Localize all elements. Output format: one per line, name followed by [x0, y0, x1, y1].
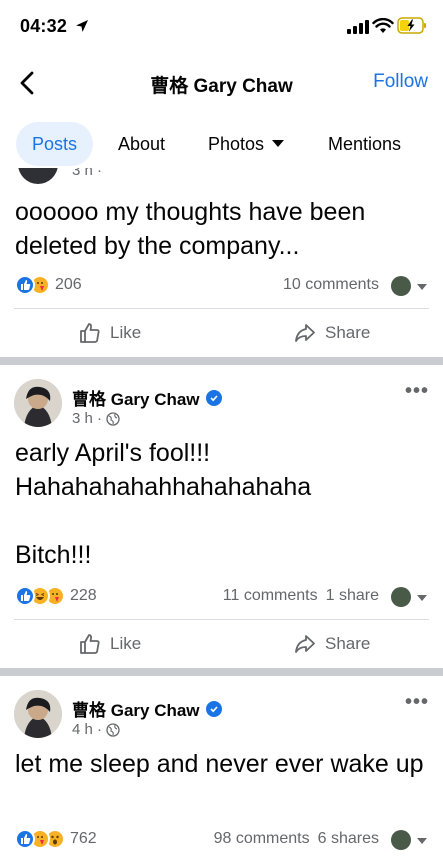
verified-badge-icon	[205, 389, 222, 406]
share-button[interactable]: Share	[293, 318, 370, 348]
battery-charging-icon	[397, 17, 426, 34]
globe-icon	[106, 722, 120, 737]
like-reaction-icon	[15, 586, 35, 606]
caret-down-icon[interactable]	[417, 838, 427, 844]
post-3-author[interactable]: 曹格 Gary Chaw	[72, 696, 222, 721]
status-time: 04:32	[20, 16, 68, 36]
tab-posts[interactable]: Posts	[16, 122, 94, 166]
post-2-reactions[interactable]: 228	[15, 585, 97, 607]
post-1-reactions[interactable]: 206	[15, 274, 82, 296]
post-time: 4 h ·	[72, 721, 103, 738]
status-bar: 04:32	[0, 0, 443, 54]
tab-mentions[interactable]: Mentions	[328, 122, 401, 166]
post-2-avatar[interactable]	[14, 379, 62, 427]
reaction-count: 206	[55, 276, 82, 293]
globe-icon	[106, 411, 120, 426]
tab-about[interactable]: About	[118, 122, 165, 166]
share-label: Share	[325, 634, 371, 653]
post-2-author[interactable]: 曹格 Gary Chaw	[72, 385, 222, 410]
reaction-as-avatar[interactable]	[391, 276, 411, 296]
caret-down-icon[interactable]	[417, 595, 427, 601]
post-3-comments[interactable]: 98 comments 6 shares	[214, 830, 379, 848]
reaction-as-avatar[interactable]	[391, 587, 411, 607]
divider	[14, 308, 429, 309]
author-name: 曹格 Gary Chaw	[72, 390, 200, 409]
post-1-comments[interactable]: 10 comments	[283, 276, 379, 294]
share-label: Share	[325, 323, 371, 342]
share-button[interactable]: Share	[293, 629, 370, 659]
post-3-avatar[interactable]	[14, 690, 62, 738]
comment-count: 98 comments	[213, 830, 310, 847]
more-options-icon[interactable]: •••	[405, 380, 429, 403]
post-2-comments[interactable]: 11 comments 1 share	[223, 587, 379, 605]
like-button[interactable]: Like	[78, 318, 141, 348]
share-count: 1 share	[325, 587, 379, 604]
post-1-avatar[interactable]	[18, 168, 58, 184]
follow-button[interactable]: Follow	[373, 71, 428, 93]
reaction-count: 228	[70, 587, 97, 604]
post-1-text: oooooo my thoughts have been deleted by …	[15, 198, 366, 260]
post-3-meta: 4 h ·	[72, 721, 120, 738]
reaction-count: 762	[70, 830, 97, 847]
caret-down-icon	[272, 139, 285, 147]
verified-badge-icon	[205, 700, 222, 717]
author-name: 曹格 Gary Chaw	[72, 701, 200, 720]
post-1-meta: 3 h ·	[72, 168, 103, 179]
profile-tabs: Posts About Photos Mentions	[0, 122, 443, 168]
reaction-as-avatar[interactable]	[391, 830, 411, 850]
post-time: 3 h ·	[72, 410, 103, 427]
like-reaction-icon	[15, 275, 35, 295]
wifi-icon	[372, 18, 394, 33]
share-count: 6 shares	[317, 830, 379, 847]
thumbs-up-icon	[80, 323, 100, 343]
divider	[14, 619, 429, 620]
tab-photos-label: Photos	[208, 134, 265, 154]
page-header: 曹格 Gary Chaw Follow	[0, 58, 443, 110]
share-arrow-icon	[295, 324, 315, 342]
post-2-text: early April's fool!!! Hahahahahahhahahah…	[15, 439, 312, 569]
share-arrow-icon	[295, 635, 315, 653]
caret-down-icon[interactable]	[417, 284, 427, 290]
like-label: Like	[110, 634, 142, 653]
thumbs-up-icon	[80, 634, 100, 654]
like-button[interactable]: Like	[78, 629, 141, 659]
post-separator	[0, 357, 443, 365]
more-options-icon[interactable]: •••	[405, 691, 429, 714]
post-separator	[0, 668, 443, 676]
post-3-reactions[interactable]: 762	[15, 828, 97, 850]
tab-photos[interactable]: Photos	[208, 122, 285, 166]
location-arrow-icon	[76, 20, 88, 32]
comment-count: 11 comments	[222, 587, 318, 604]
cellular-signal-icon	[347, 20, 369, 34]
post-3-text: let me sleep and never ever wake up	[15, 750, 424, 778]
post-2-meta: 3 h ·	[72, 410, 120, 427]
like-reaction-icon	[15, 829, 35, 849]
like-label: Like	[110, 323, 142, 342]
